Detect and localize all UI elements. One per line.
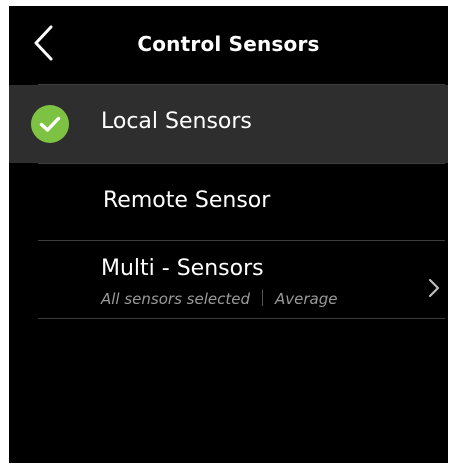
check-circle-icon [31,105,69,143]
option-local-sensors[interactable]: Local Sensors [9,85,448,163]
option-label: Multi - Sensors [101,256,264,281]
option-remote-sensor[interactable]: Remote Sensor [9,164,448,240]
chevron-right-icon [427,277,441,299]
mode-summary: Average [274,290,338,308]
option-label: Local Sensors [101,109,252,134]
option-multi-sensors[interactable]: Multi - Sensors All sensors selected Aver… [9,242,448,318]
divider [38,318,445,319]
header: Control Sensors [9,6,448,84]
control-sensors-screen: Control Sensors Local Sensors Remote Sen… [9,6,448,463]
page-title: Control Sensors [137,32,320,56]
selection-summary: All sensors selected [101,290,250,308]
option-label: Remote Sensor [103,188,271,213]
divider [38,240,445,241]
separator [261,290,263,306]
multi-sensors-summary: All sensors selected Average [101,290,337,308]
